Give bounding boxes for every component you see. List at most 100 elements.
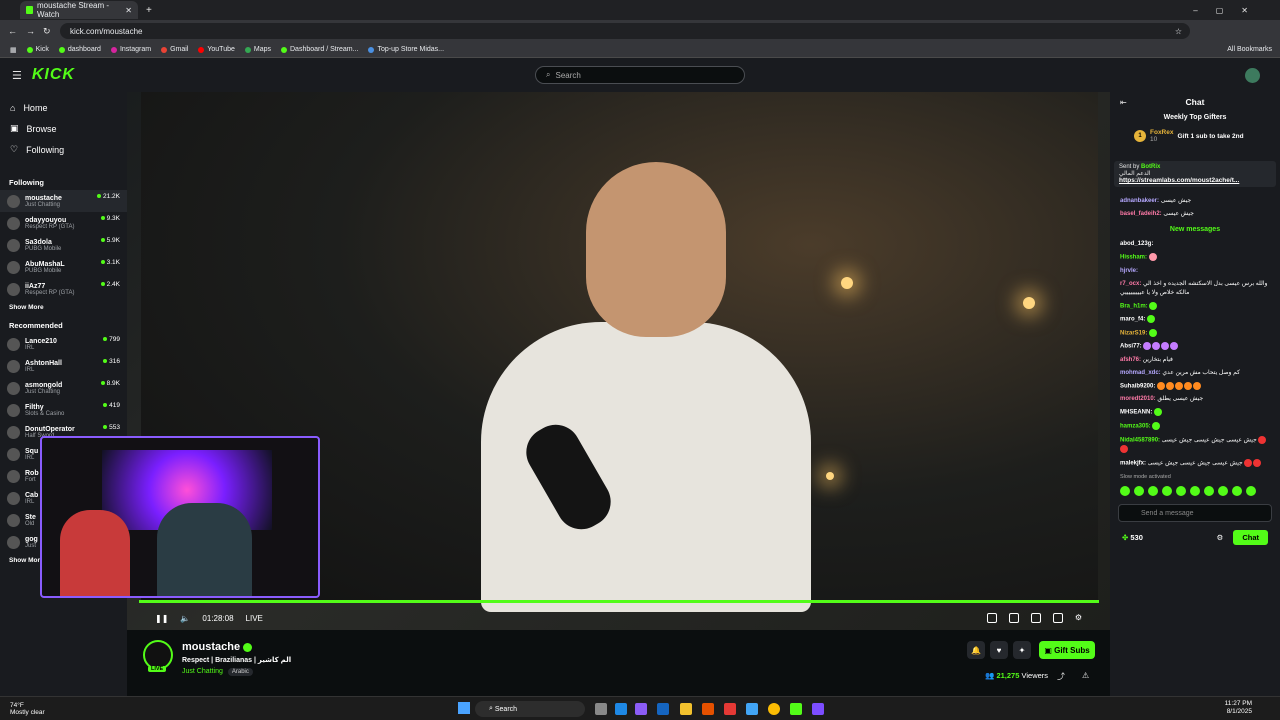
user-avatar[interactable] bbox=[1245, 68, 1260, 83]
taskbar-search[interactable]: ⌕ Search bbox=[475, 701, 585, 717]
theater-mode-icon[interactable] bbox=[1030, 613, 1041, 623]
chat-title: Chat bbox=[1185, 97, 1205, 107]
settings-gear-icon[interactable]: ⚙ bbox=[1075, 613, 1082, 623]
chrome-icon[interactable] bbox=[768, 703, 780, 715]
sidebar-nav-home[interactable]: ⌂ Home bbox=[0, 98, 127, 118]
points-count[interactable]: 530 bbox=[1130, 533, 1143, 542]
app-icon[interactable] bbox=[724, 703, 736, 715]
emote bbox=[1147, 315, 1156, 324]
search-input[interactable]: ⌕ Search bbox=[535, 66, 745, 84]
emote-bar[interactable] bbox=[1110, 484, 1280, 498]
chat-message: maro_f4: bbox=[1110, 313, 1280, 327]
send-chat-button[interactable]: Chat bbox=[1233, 530, 1268, 546]
fullscreen-icon[interactable] bbox=[1052, 613, 1063, 623]
report-icon[interactable]: ⚠ bbox=[1082, 671, 1089, 680]
pinned-link[interactable]: https://streamlabs.com/moust2ache/t... bbox=[1119, 177, 1271, 184]
address-bar[interactable]: kick.com/moustache ☆ bbox=[60, 23, 1190, 39]
browser-tab[interactable]: moustache Stream - Watch ✕ bbox=[20, 1, 138, 19]
chat-message: basel_fadeih2: جيش عيسى bbox=[1120, 211, 1194, 217]
chat-footer: ✤ 530 ⚙ Chat bbox=[1110, 528, 1280, 547]
weather-widget[interactable]: 74°F Mostly clear bbox=[10, 702, 45, 716]
notification-bell-button[interactable]: 🔔 bbox=[967, 641, 985, 659]
app-icon[interactable] bbox=[657, 703, 669, 715]
app-icon[interactable] bbox=[746, 703, 758, 715]
avatar bbox=[7, 238, 20, 252]
pinned-message[interactable]: Sent by BotRix الدعم المالي https://stre… bbox=[1114, 161, 1276, 187]
browser-toolbar: ← → ↻ kick.com/moustache ☆ bbox=[0, 20, 1280, 42]
sidebar-channel[interactable]: odayyouyou Respect RP (GTA) 9.3K bbox=[0, 212, 127, 234]
follow-button[interactable]: ♥ bbox=[990, 641, 1008, 659]
new-messages-divider[interactable]: New messages bbox=[1110, 226, 1280, 233]
sidebar-channel[interactable]: Sa3dola PUBG Mobile 5.9K bbox=[0, 234, 127, 256]
picture-in-picture-window[interactable] bbox=[40, 436, 320, 598]
hamburger-menu-icon[interactable]: ☰ bbox=[12, 69, 22, 82]
lamp-light bbox=[1023, 297, 1035, 309]
bookmarks-bar: ▦ Kick dashboard Instagram Gmail YouTube… bbox=[0, 42, 1280, 58]
pip-icon[interactable] bbox=[1008, 613, 1019, 623]
progress-bar[interactable] bbox=[139, 600, 1099, 603]
pause-icon[interactable]: ❚❚ bbox=[155, 614, 168, 623]
more-options-button[interactable]: ✦ bbox=[1013, 641, 1031, 659]
close-tab-icon[interactable]: ✕ bbox=[125, 6, 132, 15]
task-view-icon[interactable] bbox=[595, 703, 607, 715]
gift-subs-button[interactable]: ▣ Gift Subs bbox=[1039, 641, 1095, 659]
sidebar-channel[interactable]: AshtonHall IRL 316 bbox=[0, 355, 127, 377]
recommended-heading: Recommended bbox=[9, 321, 63, 330]
sidebar-channel[interactable]: AbuMashaL PUBG Mobile 3.1K bbox=[0, 256, 127, 278]
clip-icon[interactable] bbox=[986, 613, 997, 623]
system-clock[interactable]: 11:27 PM 8/1/2025 bbox=[1225, 700, 1252, 716]
chat-message: adnanbakeer: جيش عيسى bbox=[1120, 198, 1192, 204]
windows-start-icon[interactable] bbox=[458, 702, 470, 714]
chat-message: mohmad_xdc: كم وصل يتحاب مش مرين عدي bbox=[1120, 369, 1240, 376]
streamer-head bbox=[586, 162, 726, 337]
bookmark-item[interactable]: Maps bbox=[244, 46, 271, 53]
sidebar-channel[interactable]: iiAz77 Respect RP (GTA) 2.4K bbox=[0, 278, 127, 300]
chat-message: afsh76: فيام بتخارين bbox=[1120, 356, 1173, 363]
app-icon[interactable] bbox=[702, 703, 714, 715]
forward-icon[interactable]: → bbox=[26, 26, 35, 36]
back-icon[interactable]: ← bbox=[8, 26, 17, 36]
bookmark-item[interactable]: Top-up Store Midas... bbox=[368, 46, 444, 53]
kick-logo[interactable]: KICK bbox=[32, 66, 75, 84]
bookmark-star-icon[interactable]: ☆ bbox=[1175, 27, 1182, 36]
volume-icon[interactable]: 🔈 bbox=[180, 614, 190, 623]
copilot-icon[interactable] bbox=[635, 703, 647, 715]
sidebar-nav-following[interactable]: ♡ Following bbox=[0, 139, 127, 160]
site-header: ☰ KICK ⌕ Search bbox=[0, 58, 1280, 92]
emote bbox=[1258, 435, 1267, 444]
bookmark-item[interactable]: Kick bbox=[26, 46, 49, 53]
reload-icon[interactable]: ↻ bbox=[43, 26, 51, 37]
bookmark-item[interactable]: dashboard bbox=[58, 46, 101, 53]
file-explorer-icon[interactable] bbox=[680, 703, 692, 715]
avatar bbox=[7, 260, 20, 274]
new-tab-icon[interactable]: + bbox=[146, 5, 152, 16]
bookmark-item[interactable]: Instagram bbox=[110, 46, 151, 53]
all-bookmarks[interactable]: All Bookmarks bbox=[1227, 46, 1272, 53]
bookmark-item[interactable]: Dashboard / Stream... bbox=[281, 46, 358, 53]
sidebar-channel[interactable]: Filthy Slots & Casino 419 bbox=[0, 399, 127, 421]
sidebar-channel[interactable]: Lance210 IRL 799 bbox=[0, 333, 127, 355]
app-icon[interactable] bbox=[812, 703, 824, 715]
stream-info-bar: LIVE moustache Respect | Brazilianas | ا… bbox=[127, 630, 1110, 696]
sidebar-channel[interactable]: asmongold Just Chatting 8.9K bbox=[0, 377, 127, 399]
chat-message: hjrvle: bbox=[1120, 267, 1139, 274]
tab-title: moustache Stream - Watch bbox=[36, 1, 110, 19]
show-more-following[interactable]: Show More bbox=[0, 300, 127, 315]
chat-message-input[interactable]: Send a message bbox=[1118, 504, 1272, 523]
chat-settings-icon[interactable]: ⚙ bbox=[1217, 533, 1224, 542]
share-icon[interactable]: ⤴ bbox=[1057, 671, 1065, 682]
chat-message: malekjfx: جيش عيسى جيش عيسى جيش عيسى bbox=[1110, 457, 1280, 471]
stream-title: Respect | Brazilianas | الم كاشير bbox=[182, 657, 292, 664]
sidebar-channel[interactable]: moustache Just Chatting 21.2K bbox=[0, 190, 127, 212]
apps-icon[interactable]: ▦ bbox=[10, 46, 17, 54]
sidebar-nav-browse[interactable]: ▣ Browse bbox=[0, 118, 127, 139]
bookmark-item[interactable]: YouTube bbox=[198, 46, 235, 53]
collapse-chat-icon[interactable]: ⇤ bbox=[1120, 98, 1127, 107]
language-tag[interactable]: Arabic bbox=[227, 668, 253, 676]
bookmark-item[interactable]: Gmail bbox=[161, 46, 188, 53]
kick-app-icon[interactable] bbox=[790, 703, 802, 715]
gift-prompt[interactable]: Gift 1 sub to take 2nd bbox=[1177, 133, 1243, 140]
window-controls[interactable]: –▢✕ bbox=[1193, 6, 1266, 15]
edge-icon[interactable] bbox=[615, 703, 627, 715]
top-gifter-row[interactable]: 1 FoxRex 10 Gift 1 sub to take 2nd bbox=[1110, 121, 1280, 143]
